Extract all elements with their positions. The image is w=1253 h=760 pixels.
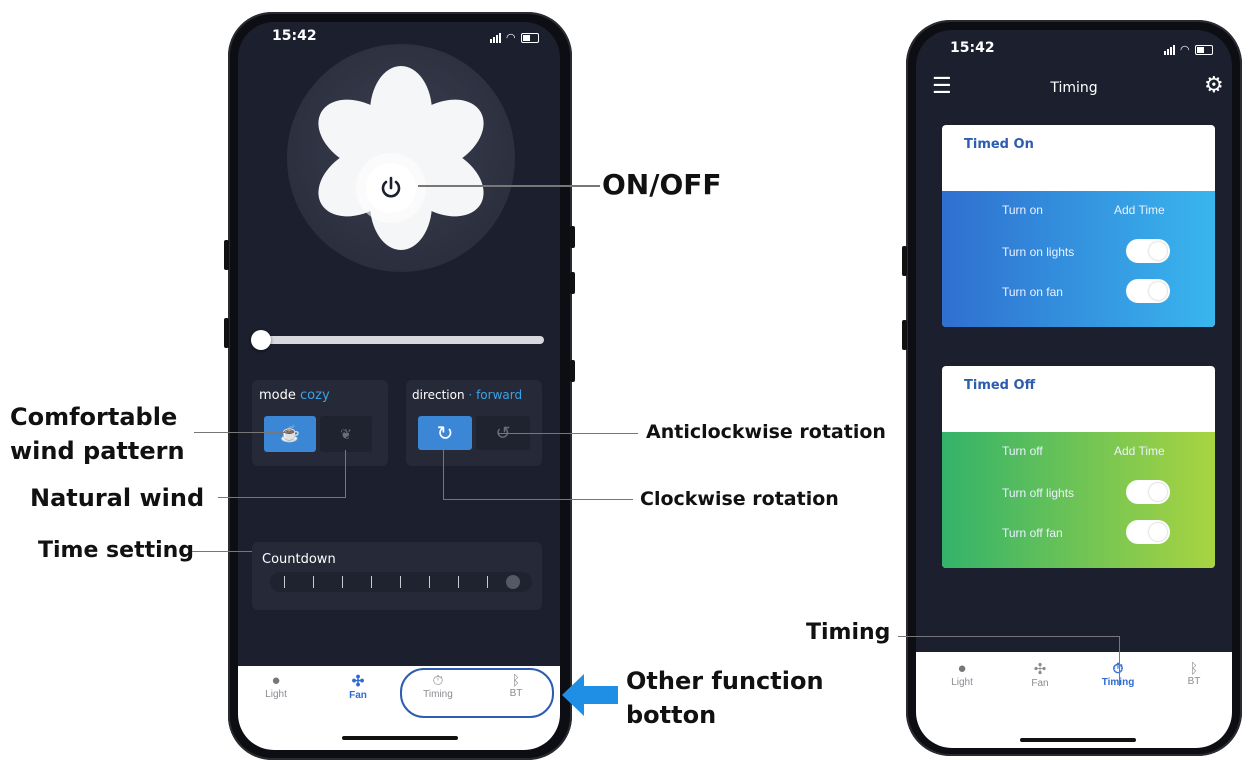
left-phone-side-button	[224, 318, 229, 348]
bulb-icon: ●	[271, 672, 281, 689]
settings-icon[interactable]: ⚙	[1204, 72, 1224, 98]
right-phone-side-button	[902, 246, 907, 276]
timed-off-card: Timed Off Turn off Add Time Turn off lig…	[942, 366, 1215, 568]
tab-bt[interactable]: ᛒ BT	[496, 672, 536, 699]
direction-label: direction · forward	[412, 388, 523, 402]
annotation-line	[192, 551, 252, 552]
bluetooth-icon: ᛒ	[1189, 660, 1199, 676]
battery-icon	[1194, 44, 1213, 55]
turn-off-fan-label: Turn off fan	[1002, 526, 1063, 540]
timed-on-card: Timed On Turn on Add Time Turn on lights…	[942, 125, 1215, 327]
mode-label: mode cozy	[259, 388, 330, 403]
left-phone-side-button	[570, 360, 575, 382]
annotation-line	[218, 497, 346, 498]
left-phone-side-button	[570, 226, 575, 248]
right-phone-screen: 15:42 ◠ ☰ Timing ⚙ Timed On Turn on Add …	[916, 30, 1232, 748]
annotation-line	[898, 636, 1120, 637]
turn-off-fan-toggle[interactable]	[1126, 520, 1170, 544]
tab-timing[interactable]: ⏱ Timing	[418, 672, 458, 700]
annotation-time-setting: Time setting	[38, 538, 195, 563]
header-title: Timing	[1050, 80, 1098, 96]
coffee-cup-icon: ☕	[280, 426, 300, 443]
add-time-button[interactable]: Add Time	[1114, 203, 1165, 217]
fan-icon: ✣	[351, 673, 365, 690]
status-icons: ◠	[490, 31, 539, 44]
rotate-clockwise-icon: ↻	[436, 422, 454, 445]
arrow-icon	[562, 674, 618, 716]
tab-bar: ● Light ✣ Fan ⏱ Timing ᛒ BT	[916, 652, 1232, 748]
speed-slider-track[interactable]	[262, 336, 544, 344]
status-time: 15:42	[272, 28, 317, 44]
annotation-other-function: Other function botton	[626, 667, 824, 729]
cozy-mode-button[interactable]: ☕	[264, 416, 316, 452]
tab-fan[interactable]: ✣ Fan	[338, 672, 378, 701]
tab-bar: ● Light ✣ Fan ⏱ Timing ᛒ BT	[238, 666, 560, 750]
bluetooth-icon: ᛒ	[511, 672, 521, 688]
tab-fan[interactable]: ✣ Fan	[1020, 660, 1060, 689]
add-time-button[interactable]: Add Time	[1114, 444, 1165, 458]
turn-on-fan-label: Turn on fan	[1002, 285, 1063, 299]
countdown-knob[interactable]	[506, 575, 520, 589]
countdown-slider[interactable]	[270, 572, 532, 592]
turn-on-lights-label: Turn on lights	[1002, 245, 1075, 259]
left-phone-side-button	[224, 240, 229, 270]
home-indicator	[1020, 738, 1136, 742]
annotation-line	[498, 433, 638, 434]
turn-on-fan-toggle[interactable]	[1126, 279, 1170, 303]
battery-icon	[520, 32, 539, 43]
annotation-clockwise: Clockwise rotation	[640, 488, 839, 510]
fan-icon: ✣	[1033, 661, 1047, 678]
tab-bt[interactable]: ᛒ BT	[1174, 660, 1214, 687]
status-time: 15:42	[950, 40, 995, 56]
countdown-label: Countdown	[262, 552, 336, 567]
direction-panel: direction · forward ↻ ↺	[406, 380, 542, 466]
annotation-timing: Timing	[806, 620, 891, 645]
mode-panel: mode cozy ☕ ❦	[252, 380, 388, 466]
timed-off-title: Timed Off	[964, 378, 1036, 393]
timed-off-body: Turn off Add Time Turn off lights Turn o…	[942, 432, 1215, 568]
home-indicator	[342, 736, 458, 740]
status-icons: ◠	[1164, 43, 1213, 56]
countdown-panel: Countdown	[252, 542, 542, 610]
annotation-line	[418, 185, 600, 187]
annotation-anticlockwise: Anticlockwise rotation	[646, 421, 886, 443]
signal-icon	[1164, 44, 1175, 55]
turn-off-lights-toggle[interactable]	[1126, 480, 1170, 504]
power-icon	[381, 176, 401, 198]
right-phone-side-button	[902, 320, 907, 350]
tab-light[interactable]: ● Light	[942, 660, 982, 688]
annotation-line	[443, 450, 444, 500]
annotation-line	[443, 499, 633, 500]
clockwise-button[interactable]: ↻	[418, 416, 472, 450]
power-button[interactable]	[366, 163, 416, 213]
annotation-comfortable: Comfortable wind pattern	[10, 403, 185, 465]
countdown-ticks	[284, 576, 516, 588]
turn-on-label: Turn on	[1002, 203, 1043, 217]
natural-wind-button[interactable]: ❦	[320, 416, 372, 452]
tab-light[interactable]: ● Light	[256, 672, 296, 700]
tab-timing[interactable]: ⏱ Timing	[1098, 660, 1138, 688]
mode-value: cozy	[300, 388, 330, 403]
wifi-icon: ◠	[506, 32, 516, 44]
annotation-line	[1119, 636, 1120, 686]
signal-icon	[490, 32, 501, 43]
leaf-icon: ❦	[340, 425, 352, 442]
bulb-icon: ●	[957, 660, 967, 677]
timer-icon: ⏱	[432, 672, 444, 688]
left-phone-side-button	[570, 272, 575, 294]
turn-off-lights-label: Turn off lights	[1002, 486, 1075, 500]
turn-on-lights-toggle[interactable]	[1126, 239, 1170, 263]
annotation-natural-wind: Natural wind	[30, 484, 205, 512]
timer-icon: ⏱	[1112, 660, 1124, 676]
left-phone-screen: 15:42 ◠ mode cozy ☕ ❦ direction · forwar…	[238, 22, 560, 750]
speed-slider-knob[interactable]	[251, 330, 271, 350]
turn-off-label: Turn off	[1002, 444, 1043, 458]
direction-value: forward	[476, 388, 523, 402]
wifi-icon: ◠	[1180, 44, 1190, 56]
timed-on-title: Timed On	[964, 137, 1034, 152]
timed-on-body: Turn on Add Time Turn on lights Turn on …	[942, 191, 1215, 327]
annotation-line	[194, 432, 290, 433]
annotation-on-off: ON/OFF	[602, 168, 722, 201]
annotation-line	[345, 450, 346, 498]
